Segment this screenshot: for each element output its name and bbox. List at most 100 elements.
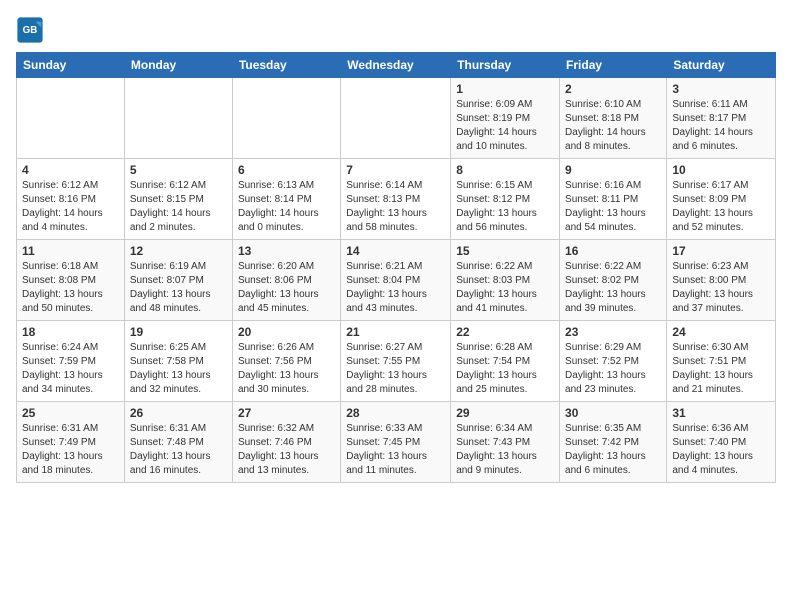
calendar-cell: 9 Sunrise: 6:16 AM Sunset: 8:11 PM Daylig… <box>560 159 667 240</box>
day-info: Sunrise: 6:09 AM Sunset: 8:19 PM Dayligh… <box>456 98 554 154</box>
week-row-4: 18 Sunrise: 6:24 AM Sunset: 7:59 PM Dayli… <box>17 321 776 402</box>
week-row-3: 11 Sunrise: 6:18 AM Sunset: 8:08 PM Dayli… <box>17 240 776 321</box>
day-info: Sunrise: 6:13 AM Sunset: 8:14 PM Dayligh… <box>238 179 335 235</box>
day-number: 27 <box>238 406 335 420</box>
calendar-cell: 27 Sunrise: 6:32 AM Sunset: 7:46 PM Dayli… <box>232 402 340 483</box>
day-info: Sunrise: 6:18 AM Sunset: 8:08 PM Dayligh… <box>22 260 119 316</box>
day-info: Sunrise: 6:17 AM Sunset: 8:09 PM Dayligh… <box>672 179 770 235</box>
day-info: Sunrise: 6:29 AM Sunset: 7:52 PM Dayligh… <box>565 341 661 397</box>
calendar-cell: 24 Sunrise: 6:30 AM Sunset: 7:51 PM Dayli… <box>667 321 776 402</box>
day-info: Sunrise: 6:26 AM Sunset: 7:56 PM Dayligh… <box>238 341 335 397</box>
header-tuesday: Tuesday <box>232 53 340 78</box>
day-number: 11 <box>22 244 119 258</box>
calendar-cell: 20 Sunrise: 6:26 AM Sunset: 7:56 PM Dayli… <box>232 321 340 402</box>
header-sunday: Sunday <box>17 53 125 78</box>
calendar-cell: 30 Sunrise: 6:35 AM Sunset: 7:42 PM Dayli… <box>560 402 667 483</box>
day-info: Sunrise: 6:32 AM Sunset: 7:46 PM Dayligh… <box>238 422 335 478</box>
page-header: GB <box>16 16 776 44</box>
calendar-cell: 1 Sunrise: 6:09 AM Sunset: 8:19 PM Daylig… <box>451 78 560 159</box>
calendar-cell: 31 Sunrise: 6:36 AM Sunset: 7:40 PM Dayli… <box>667 402 776 483</box>
calendar-cell: 19Sunrise: 6:25 AM Sunset: 7:58 PM Dayli… <box>124 321 232 402</box>
day-info: Sunrise: 6:12 AM Sunset: 8:16 PM Dayligh… <box>22 179 119 235</box>
day-number: 2 <box>565 82 661 96</box>
day-info: Sunrise: 6:21 AM Sunset: 8:04 PM Dayligh… <box>346 260 445 316</box>
day-number: 18 <box>22 325 119 339</box>
day-info: Sunrise: 6:25 AM Sunset: 7:58 PM Dayligh… <box>130 341 227 397</box>
week-row-5: 25 Sunrise: 6:31 AM Sunset: 7:49 PM Dayli… <box>17 402 776 483</box>
day-info: Sunrise: 6:35 AM Sunset: 7:42 PM Dayligh… <box>565 422 661 478</box>
calendar-cell: 10 Sunrise: 6:17 AM Sunset: 8:09 PM Dayli… <box>667 159 776 240</box>
calendar-cell: 25 Sunrise: 6:31 AM Sunset: 7:49 PM Dayli… <box>17 402 125 483</box>
week-row-1: 1 Sunrise: 6:09 AM Sunset: 8:19 PM Daylig… <box>17 78 776 159</box>
calendar-cell: 14Sunrise: 6:21 AM Sunset: 8:04 PM Dayli… <box>341 240 451 321</box>
day-number: 29 <box>456 406 554 420</box>
header-saturday: Saturday <box>667 53 776 78</box>
day-number: 28 <box>346 406 445 420</box>
calendar-cell: 28 Sunrise: 6:33 AM Sunset: 7:45 PM Dayli… <box>341 402 451 483</box>
day-number: 8 <box>456 163 554 177</box>
day-number: 23 <box>565 325 661 339</box>
day-info: Sunrise: 6:15 AM Sunset: 8:12 PM Dayligh… <box>456 179 554 235</box>
day-info: Sunrise: 6:30 AM Sunset: 7:51 PM Dayligh… <box>672 341 770 397</box>
day-number: 21 <box>346 325 445 339</box>
header-monday: Monday <box>124 53 232 78</box>
calendar-cell: 6Sunrise: 6:13 AM Sunset: 8:14 PM Daylig… <box>232 159 340 240</box>
day-number: 7 <box>346 163 445 177</box>
week-row-2: 4Sunrise: 6:12 AM Sunset: 8:16 PM Daylig… <box>17 159 776 240</box>
calendar-cell: 17Sunrise: 6:23 AM Sunset: 8:00 PM Dayli… <box>667 240 776 321</box>
day-info: Sunrise: 6:24 AM Sunset: 7:59 PM Dayligh… <box>22 341 119 397</box>
day-info: Sunrise: 6:11 AM Sunset: 8:17 PM Dayligh… <box>672 98 770 154</box>
day-info: Sunrise: 6:19 AM Sunset: 8:07 PM Dayligh… <box>130 260 227 316</box>
day-info: Sunrise: 6:14 AM Sunset: 8:13 PM Dayligh… <box>346 179 445 235</box>
calendar-cell: 23 Sunrise: 6:29 AM Sunset: 7:52 PM Dayli… <box>560 321 667 402</box>
header-friday: Friday <box>560 53 667 78</box>
day-info: Sunrise: 6:10 AM Sunset: 8:18 PM Dayligh… <box>565 98 661 154</box>
day-number: 1 <box>456 82 554 96</box>
calendar-cell: 21Sunrise: 6:27 AM Sunset: 7:55 PM Dayli… <box>341 321 451 402</box>
day-number: 10 <box>672 163 770 177</box>
calendar-cell: 16 Sunrise: 6:22 AM Sunset: 8:02 PM Dayli… <box>560 240 667 321</box>
calendar-cell: 7 Sunrise: 6:14 AM Sunset: 8:13 PM Daylig… <box>341 159 451 240</box>
day-info: Sunrise: 6:31 AM Sunset: 7:49 PM Dayligh… <box>22 422 119 478</box>
calendar-cell: 18 Sunrise: 6:24 AM Sunset: 7:59 PM Dayli… <box>17 321 125 402</box>
header-wednesday: Wednesday <box>341 53 451 78</box>
day-number: 30 <box>565 406 661 420</box>
calendar-cell: 15 Sunrise: 6:22 AM Sunset: 8:03 PM Dayli… <box>451 240 560 321</box>
calendar-cell: 4Sunrise: 6:12 AM Sunset: 8:16 PM Daylig… <box>17 159 125 240</box>
day-number: 16 <box>565 244 661 258</box>
calendar-cell <box>17 78 125 159</box>
day-info: Sunrise: 6:36 AM Sunset: 7:40 PM Dayligh… <box>672 422 770 478</box>
calendar-cell: 8 Sunrise: 6:15 AM Sunset: 8:12 PM Daylig… <box>451 159 560 240</box>
day-info: Sunrise: 6:34 AM Sunset: 7:43 PM Dayligh… <box>456 422 554 478</box>
calendar-cell: 29 Sunrise: 6:34 AM Sunset: 7:43 PM Dayli… <box>451 402 560 483</box>
day-number: 20 <box>238 325 335 339</box>
header-thursday: Thursday <box>451 53 560 78</box>
day-info: Sunrise: 6:16 AM Sunset: 8:11 PM Dayligh… <box>565 179 661 235</box>
day-number: 26 <box>130 406 227 420</box>
day-info: Sunrise: 6:33 AM Sunset: 7:45 PM Dayligh… <box>346 422 445 478</box>
day-info: Sunrise: 6:22 AM Sunset: 8:02 PM Dayligh… <box>565 260 661 316</box>
calendar-cell: 22 Sunrise: 6:28 AM Sunset: 7:54 PM Dayli… <box>451 321 560 402</box>
calendar-cell: 12 Sunrise: 6:19 AM Sunset: 8:07 PM Dayli… <box>124 240 232 321</box>
day-info: Sunrise: 6:28 AM Sunset: 7:54 PM Dayligh… <box>456 341 554 397</box>
calendar-cell: 13 Sunrise: 6:20 AM Sunset: 8:06 PM Dayli… <box>232 240 340 321</box>
day-number: 24 <box>672 325 770 339</box>
day-number: 31 <box>672 406 770 420</box>
day-number: 9 <box>565 163 661 177</box>
calendar-cell: 2 Sunrise: 6:10 AM Sunset: 8:18 PM Daylig… <box>560 78 667 159</box>
day-number: 25 <box>22 406 119 420</box>
day-number: 5 <box>130 163 227 177</box>
day-number: 15 <box>456 244 554 258</box>
calendar-cell <box>124 78 232 159</box>
day-number: 13 <box>238 244 335 258</box>
day-number: 12 <box>130 244 227 258</box>
day-info: Sunrise: 6:23 AM Sunset: 8:00 PM Dayligh… <box>672 260 770 316</box>
day-info: Sunrise: 6:20 AM Sunset: 8:06 PM Dayligh… <box>238 260 335 316</box>
day-number: 3 <box>672 82 770 96</box>
calendar-cell: 11 Sunrise: 6:18 AM Sunset: 8:08 PM Dayli… <box>17 240 125 321</box>
day-info: Sunrise: 6:12 AM Sunset: 8:15 PM Dayligh… <box>130 179 227 235</box>
day-number: 22 <box>456 325 554 339</box>
day-info: Sunrise: 6:22 AM Sunset: 8:03 PM Dayligh… <box>456 260 554 316</box>
calendar-cell <box>232 78 340 159</box>
calendar-cell: 26Sunrise: 6:31 AM Sunset: 7:48 PM Dayli… <box>124 402 232 483</box>
